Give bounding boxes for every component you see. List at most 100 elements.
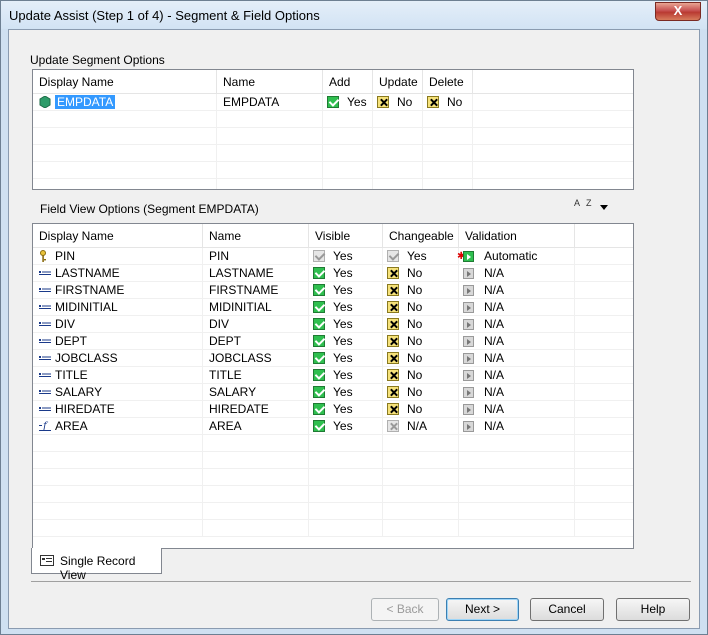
col-delete[interactable]: Delete [423, 70, 473, 94]
next-button[interactable]: Next > [446, 598, 519, 621]
check-no-icon [387, 301, 399, 313]
field-row[interactable]: f AREA AREA Yes N/A N/A [33, 418, 633, 435]
check-yes-icon [313, 267, 325, 279]
check-no-icon [387, 335, 399, 347]
visible-cell[interactable]: Yes [309, 333, 383, 350]
check-yes-icon [327, 96, 339, 108]
changeable-cell[interactable]: No [383, 333, 459, 350]
validation-value: N/A [484, 351, 505, 365]
check-no-icon [387, 352, 399, 364]
changeable-cell[interactable]: Yes [383, 248, 459, 265]
changeable-value: N/A [407, 419, 428, 433]
visible-value: Yes [333, 385, 353, 399]
close-button[interactable]: X [655, 2, 701, 21]
changeable-cell[interactable]: N/A [383, 418, 459, 435]
field-row[interactable]: DEPT DEPT Yes No N/A [33, 333, 633, 350]
validation-value: Automatic [484, 249, 538, 263]
check-no-icon [387, 318, 399, 330]
segment-row[interactable]: EMPDATA EMPDATA Yes No No [33, 94, 633, 111]
visible-cell[interactable]: Yes [309, 316, 383, 333]
changeable-cell[interactable]: No [383, 316, 459, 333]
tab-single-record-view[interactable]: Single Record View [31, 548, 162, 582]
segment-add-cell[interactable]: Yes [323, 94, 373, 111]
field-name: MIDINITIAL [203, 299, 309, 316]
segment-delete-cell[interactable]: No [423, 94, 473, 111]
validation-toggle-icon [463, 285, 474, 296]
validation-cell[interactable]: N/A [459, 299, 575, 316]
field-display-name: HIREDATE [55, 402, 115, 416]
col-name[interactable]: Name [203, 224, 309, 248]
validation-value: N/A [484, 300, 505, 314]
check-yes-icon [313, 420, 325, 432]
validation-cell[interactable]: N/A [459, 384, 575, 401]
dialog-window: Update Assist (Step 1 of 4) - Segment & … [0, 0, 708, 635]
visible-cell[interactable]: Yes [309, 248, 383, 265]
segment-grid[interactable]: Display Name Name Add Update Delete EMPD… [32, 69, 634, 190]
dialog-body: Update Segment Options Display Name Name… [8, 29, 700, 629]
validation-cell[interactable]: N/A [459, 316, 575, 333]
changeable-cell[interactable]: No [383, 384, 459, 401]
cancel-button[interactable]: Cancel [530, 598, 604, 621]
visible-value: Yes [333, 334, 353, 348]
changeable-cell[interactable]: No [383, 265, 459, 282]
validation-cell[interactable]: N/A [459, 265, 575, 282]
field-row[interactable]: SALARY SALARY Yes No N/A [33, 384, 633, 401]
field-row[interactable]: HIREDATE HIREDATE Yes No N/A [33, 401, 633, 418]
validation-cell[interactable]: N/A [459, 367, 575, 384]
col-visible[interactable]: Visible [309, 224, 383, 248]
validation-cell[interactable]: N/A [459, 401, 575, 418]
visible-cell[interactable]: Yes [309, 401, 383, 418]
validation-cell[interactable]: N/A [459, 418, 575, 435]
check-yes-icon [313, 369, 325, 381]
changeable-cell[interactable]: No [383, 282, 459, 299]
validation-cell[interactable]: N/A [459, 350, 575, 367]
field-row[interactable]: MIDINITIAL MIDINITIAL Yes No N/A [33, 299, 633, 316]
visible-cell[interactable]: Yes [309, 265, 383, 282]
field-row[interactable]: PIN PIN Yes Yes ✱ Automatic [33, 248, 633, 265]
check-no-icon [387, 284, 399, 296]
col-display-name[interactable]: Display Name [33, 70, 217, 94]
field-row[interactable]: DIV DIV Yes No N/A [33, 316, 633, 333]
help-button[interactable]: Help [616, 598, 690, 621]
changeable-cell[interactable]: No [383, 401, 459, 418]
field-display-name: FIRSTNAME [55, 283, 125, 297]
col-name[interactable]: Name [217, 70, 323, 94]
computed-field-icon: f [39, 421, 51, 432]
field-row[interactable]: TITLE TITLE Yes No N/A [33, 367, 633, 384]
visible-cell[interactable]: Yes [309, 367, 383, 384]
changeable-value: No [407, 385, 423, 399]
field-grid[interactable]: Display Name Name Visible Changeable Val… [32, 223, 634, 549]
changeable-cell[interactable]: No [383, 299, 459, 316]
changeable-cell[interactable]: No [383, 367, 459, 384]
segment-update-cell[interactable]: No [373, 94, 423, 111]
empty-row [33, 452, 633, 469]
validation-cell[interactable]: N/A [459, 333, 575, 350]
visible-cell[interactable]: Yes [309, 282, 383, 299]
sort-button[interactable]: A Z [574, 198, 608, 218]
visible-cell[interactable]: Yes [309, 299, 383, 316]
title-bar: Update Assist (Step 1 of 4) - Segment & … [1, 1, 707, 29]
validation-cell[interactable]: ✱ Automatic [457, 248, 575, 265]
validation-cell[interactable]: N/A [459, 282, 575, 299]
changeable-value: No [407, 402, 423, 416]
col-display-name[interactable]: Display Name [33, 224, 203, 248]
validation-toggle-icon [463, 268, 474, 279]
col-update[interactable]: Update [373, 70, 423, 94]
changeable-cell[interactable]: No [383, 350, 459, 367]
visible-cell[interactable]: Yes [309, 384, 383, 401]
field-icon [39, 390, 51, 394]
field-row[interactable]: LASTNAME LASTNAME Yes No N/A [33, 265, 633, 282]
field-row[interactable]: JOBCLASS JOBCLASS Yes No N/A [33, 350, 633, 367]
empty-row [33, 503, 633, 520]
validation-value: N/A [484, 317, 505, 331]
segment-display-name[interactable]: EMPDATA [55, 95, 116, 109]
validation-value: N/A [484, 266, 505, 280]
back-button[interactable]: < Back [371, 598, 439, 621]
col-changeable[interactable]: Changeable [383, 224, 459, 248]
col-validation[interactable]: Validation [459, 224, 575, 248]
visible-value: Yes [333, 317, 353, 331]
visible-cell[interactable]: Yes [309, 350, 383, 367]
col-add[interactable]: Add [323, 70, 373, 94]
visible-cell[interactable]: Yes [309, 418, 383, 435]
field-row[interactable]: FIRSTNAME FIRSTNAME Yes No N/A [33, 282, 633, 299]
